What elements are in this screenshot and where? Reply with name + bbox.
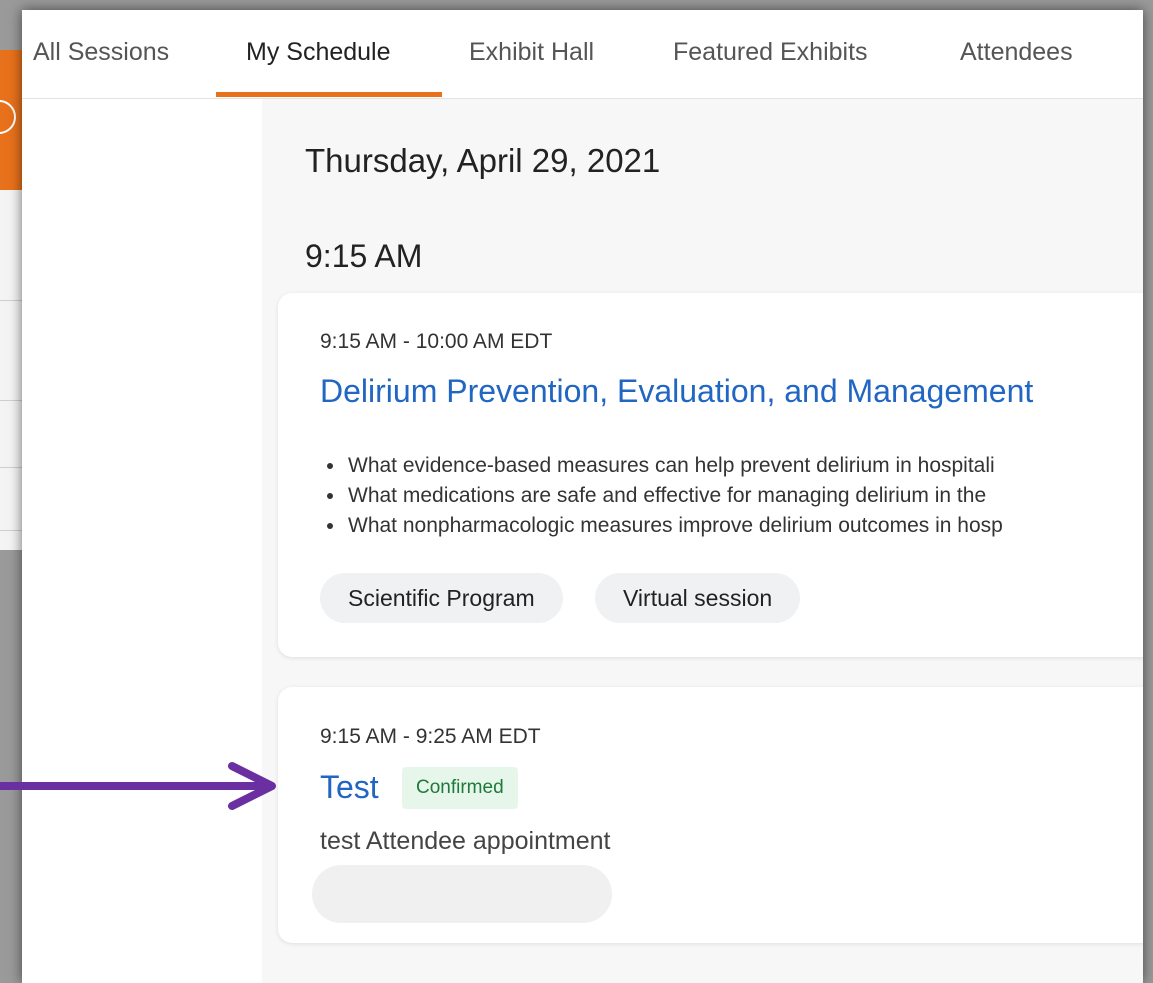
tab-all-sessions[interactable]: All Sessions [33, 38, 169, 67]
confirmed-status-badge: Confirmed [402, 767, 518, 809]
session-title-link[interactable]: Delirium Prevention, Evaluation, and Man… [320, 373, 1033, 410]
tab-bar: All Sessions My Schedule Exhibit Hall Fe… [22, 10, 1143, 99]
purple-arrow-icon [0, 762, 276, 810]
objective-item: What evidence-based measures can help pr… [346, 451, 1003, 481]
active-tab-indicator [216, 92, 442, 97]
tab-attendees[interactable]: Attendees [960, 38, 1073, 67]
appointment-card[interactable]: 9:15 AM - 9:25 AM EDT Test Confirmed tes… [278, 687, 1143, 943]
appointment-title-link[interactable]: Test [320, 769, 379, 806]
schedule-date-heading: Thursday, April 29, 2021 [305, 142, 661, 179]
session-objectives-list: What evidence-based measures can help pr… [320, 451, 1003, 541]
left-column [22, 99, 262, 983]
schedule-panel: All Sessions My Schedule Exhibit Hall Fe… [22, 10, 1143, 983]
tag-scientific-program[interactable]: Scientific Program [320, 573, 563, 623]
tab-my-schedule[interactable]: My Schedule [246, 38, 391, 67]
objective-item: What medications are safe and effective … [346, 481, 1003, 511]
tab-exhibit-hall[interactable]: Exhibit Hall [469, 38, 594, 67]
session-card[interactable]: 9:15 AM - 10:00 AM EDT Delirium Preventi… [278, 293, 1143, 657]
time-group-heading: 9:15 AM [305, 238, 423, 274]
objective-item: What nonpharmacologic measures improve d… [346, 511, 1003, 541]
session-time: 9:15 AM - 10:00 AM EDT [320, 330, 553, 353]
tag-virtual-session[interactable]: Virtual session [595, 573, 801, 623]
appointment-time: 9:15 AM - 9:25 AM EDT [320, 725, 541, 748]
loading-placeholder [312, 865, 612, 923]
appointment-description: test Attendee appointment [320, 827, 611, 855]
tab-featured-exhibits[interactable]: Featured Exhibits [673, 38, 868, 67]
